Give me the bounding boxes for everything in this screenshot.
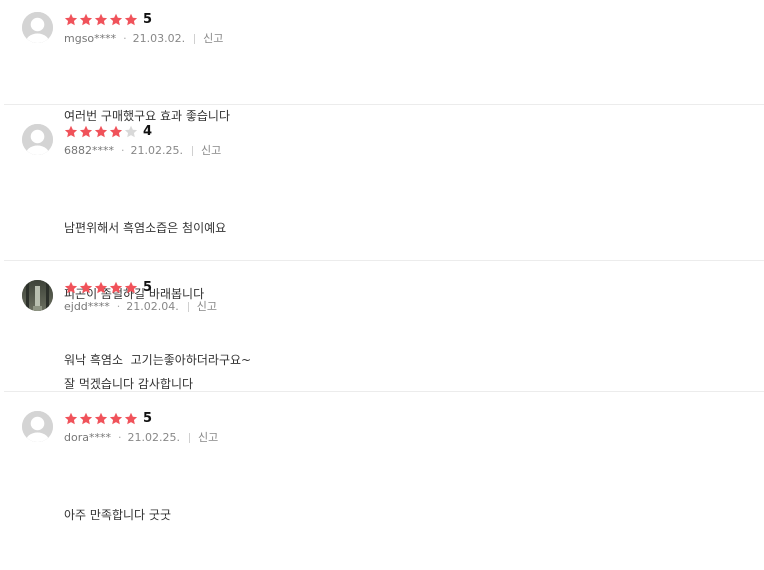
star-filled-icon — [64, 412, 78, 426]
meta-separator-dot: · — [123, 32, 127, 45]
meta-separator-bar — [191, 146, 193, 156]
star-filled-icon — [79, 13, 93, 27]
star-rating — [64, 13, 139, 27]
review-item: 5 ejdd**** · 21.02.04. 신고 잘 먹겠습니다 감사합니다 — [0, 268, 764, 392]
rating-score: 5 — [143, 280, 153, 295]
rating-row: 4 — [64, 123, 152, 141]
report-button[interactable]: 신고 — [203, 32, 223, 46]
default-avatar-icon — [22, 411, 53, 442]
star-filled-icon — [94, 125, 108, 139]
review-item: 4 6882**** · 21.02.25. 신고 남편위해서 흑염소즙은 첨이… — [0, 112, 764, 367]
star-filled-icon — [94, 281, 108, 295]
star-filled-icon — [109, 13, 123, 27]
default-avatar-icon — [22, 124, 53, 155]
rating-score: 5 — [143, 12, 153, 27]
star-filled-icon — [124, 412, 138, 426]
rating-row: 5 — [64, 11, 152, 29]
rating-row: 5 — [64, 410, 152, 428]
star-filled-icon — [94, 412, 108, 426]
star-filled-icon — [64, 13, 78, 27]
reviewer-id: dora**** — [64, 431, 111, 444]
rating-row: 5 — [64, 279, 152, 297]
star-rating — [64, 125, 139, 139]
meta-separator-dot: · — [121, 144, 125, 157]
star-filled-icon — [79, 125, 93, 139]
review-text: 아주 만족합니다 굿굿 — [64, 460, 171, 570]
default-avatar-icon — [22, 12, 53, 43]
star-filled-icon — [64, 125, 78, 139]
review-date: 21.02.25. — [130, 144, 183, 157]
review-text-line: 아주 만족합니다 굿굿 — [64, 508, 171, 522]
meta-separator-bar — [187, 302, 189, 312]
review-meta: dora**** · 21.02.25. 신고 — [64, 431, 218, 445]
meta-separator-dot: · — [116, 300, 121, 313]
review-meta: 6882**** · 21.02.25. 신고 — [64, 144, 221, 158]
rating-score: 4 — [143, 124, 153, 139]
star-empty-icon — [124, 125, 138, 139]
report-button[interactable]: 신고 — [201, 144, 221, 158]
review-item: 5 dora**** · 21.02.25. 신고 아주 만족합니다 굿굿 — [0, 399, 764, 522]
review-date: 21.02.25. — [127, 431, 180, 444]
review-date: 21.02.04. — [126, 300, 179, 313]
review-text-line: 남편위해서 흑염소즙은 첨이예요 — [64, 221, 227, 235]
reviewer-id: ejdd**** — [64, 300, 110, 313]
meta-separator-dot: · — [117, 431, 122, 444]
reviewer-id: mgso**** — [64, 32, 117, 45]
review-divider — [4, 391, 764, 392]
star-filled-icon — [94, 13, 108, 27]
star-filled-icon — [64, 281, 78, 295]
star-rating — [64, 281, 139, 295]
report-button[interactable]: 신고 — [197, 300, 217, 314]
star-filled-icon — [109, 412, 123, 426]
profile-photo — [22, 280, 53, 311]
star-filled-icon — [109, 281, 123, 295]
star-filled-icon — [124, 13, 138, 27]
report-button[interactable]: 신고 — [198, 431, 218, 445]
star-filled-icon — [79, 412, 93, 426]
review-meta: ejdd**** · 21.02.04. 신고 — [64, 300, 217, 314]
meta-separator-bar — [194, 34, 196, 44]
star-filled-icon — [109, 125, 123, 139]
review-list: 5 mgso**** · 21.03.02. 신고 여러번 구매했구요 효과 좋… — [0, 0, 764, 522]
meta-separator-bar — [188, 433, 190, 443]
star-filled-icon — [124, 281, 138, 295]
review-item: 5 mgso**** · 21.03.02. 신고 여러번 구매했구요 효과 좋… — [0, 0, 764, 123]
review-date: 21.03.02. — [132, 32, 186, 45]
star-rating — [64, 412, 139, 426]
rating-score: 5 — [143, 411, 153, 426]
reviewer-id: 6882**** — [64, 144, 114, 157]
review-divider — [4, 104, 764, 105]
review-divider — [4, 260, 764, 261]
star-filled-icon — [79, 281, 93, 295]
review-meta: mgso**** · 21.03.02. 신고 — [64, 32, 223, 46]
